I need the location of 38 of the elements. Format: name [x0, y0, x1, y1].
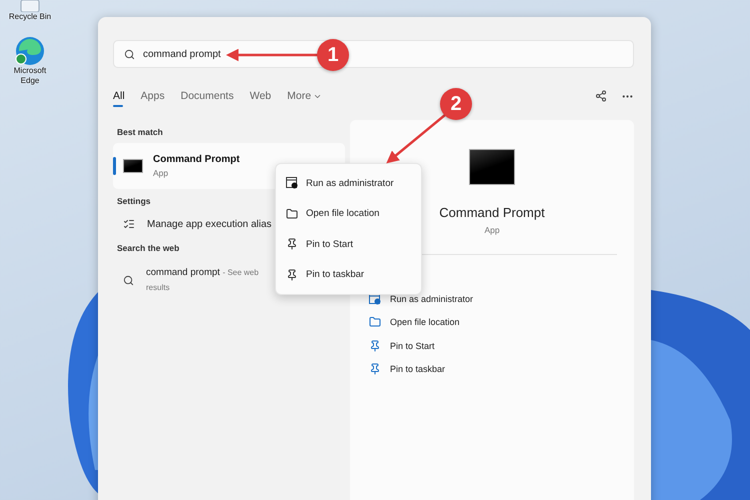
selection-accent: [113, 157, 116, 175]
pin-icon: [286, 268, 298, 281]
preview-title: Command Prompt: [439, 205, 545, 220]
browser-swirl-icon: [15, 36, 45, 66]
list-icon: [123, 218, 135, 230]
section-heading: Search the web: [117, 243, 180, 253]
share-icon[interactable]: [595, 90, 607, 102]
filter-tab[interactable]: All: [113, 85, 125, 107]
result-type: App: [153, 168, 170, 178]
desktop-icon-label[interactable]: Microsoft Edge: [13, 66, 47, 86]
web-result[interactable]: command prompt - See web results: [146, 265, 276, 295]
section-heading: Settings: [117, 196, 151, 206]
filter-tab[interactable]: Web: [250, 85, 272, 107]
annotation-arrow: [386, 114, 446, 164]
section-heading: Best match: [117, 127, 163, 137]
folder-icon: [286, 208, 298, 220]
pin-icon: [286, 238, 298, 250]
menu-item[interactable]: Pin to Start: [276, 229, 421, 260]
menu-item[interactable]: Open file location: [276, 198, 421, 229]
preview-action[interactable]: Open file location: [369, 314, 474, 330]
terminal-icon: [123, 159, 143, 173]
filter-tab[interactable]: More: [287, 85, 322, 107]
preview-action[interactable]: Pin to taskbar: [369, 362, 474, 377]
menu-item[interactable]: Pin to taskbar: [276, 260, 421, 290]
terminal-icon: [469, 149, 515, 185]
admin-window-icon: [286, 177, 298, 190]
filter-tab[interactable]: Apps: [140, 85, 165, 107]
filter-tab[interactable]: Documents: [180, 85, 234, 107]
preview-action[interactable]: Pin to Start: [369, 338, 474, 354]
settings-result[interactable]: Manage app execution alias: [147, 218, 272, 230]
search-icon: [124, 48, 135, 60]
search-icon: [123, 274, 134, 286]
pin-icon: [369, 340, 381, 352]
desktop-icon-label[interactable]: Recycle Bin: [5, 12, 55, 22]
pin-icon: [369, 363, 381, 376]
preview-type: App: [484, 225, 500, 235]
folder-icon: [369, 316, 381, 328]
result-title: Command Prompt: [153, 154, 240, 165]
